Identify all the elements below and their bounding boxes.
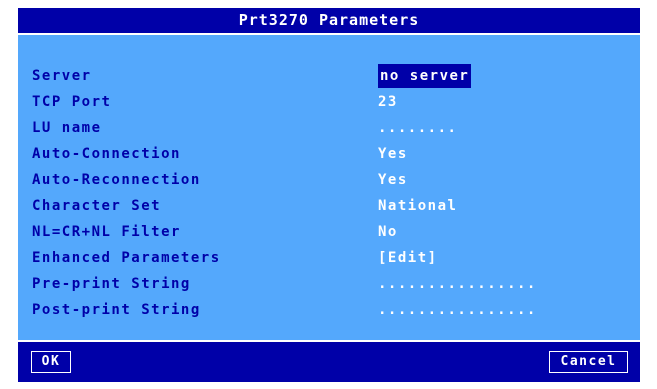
field-label-auto-connection: Auto-Connection [32,146,181,162]
field-label-lu-name: LU name [32,120,102,136]
cancel-button[interactable]: Cancel [549,351,628,373]
field-value-auto-reconnection[interactable]: Yes [378,168,408,192]
field-label-server: Server [32,68,92,84]
field-label-character-set: Character Set [32,198,162,214]
field-row-auto-reconnection[interactable]: Auto-Reconnection Yes [18,168,640,192]
field-row-post-print-string[interactable]: Post-print String ................ [18,298,640,322]
field-row-auto-connection[interactable]: Auto-Connection Yes [18,142,640,166]
field-label-tcp-port: TCP Port [32,94,112,110]
field-value-server[interactable]: no server [378,64,472,88]
field-row-character-set[interactable]: Character Set National [18,194,640,218]
edit-enhanced-parameters-button[interactable]: [Edit] [378,246,438,270]
dialog-panel: Prt3270 Parameters Server no server TCP … [18,8,640,382]
field-value-nl-filter[interactable]: No [378,220,398,244]
field-label-pre-print-string: Pre-print String [32,276,191,292]
field-label-auto-reconnection: Auto-Reconnection [32,172,201,188]
field-value-pre-print-string[interactable]: ................ [378,272,537,296]
field-label-nl-filter: NL=CR+NL Filter [32,224,181,240]
field-row-lu-name[interactable]: LU name ........ [18,116,640,140]
field-value-character-set[interactable]: National [378,194,457,218]
field-row-enhanced-parameters[interactable]: Enhanced Parameters [Edit] [18,246,640,270]
field-row-tcp-port[interactable]: TCP Port 23 [18,90,640,114]
field-row-nl-filter[interactable]: NL=CR+NL Filter No [18,220,640,244]
field-row-server[interactable]: Server no server [18,64,640,88]
ok-button[interactable]: OK [31,351,71,373]
prt3270-parameters-dialog: Prt3270 Parameters Server no server TCP … [0,0,657,389]
dialog-title: Prt3270 Parameters [18,8,640,35]
field-label-post-print-string: Post-print String [32,302,201,318]
field-value-lu-name[interactable]: ........ [378,116,457,140]
field-value-tcp-port[interactable]: 23 [378,90,398,114]
button-bar: OK Cancel [18,340,640,382]
field-value-auto-connection[interactable]: Yes [378,142,408,166]
field-row-pre-print-string[interactable]: Pre-print String ................ [18,272,640,296]
field-value-post-print-string[interactable]: ................ [378,298,537,322]
field-label-enhanced-parameters: Enhanced Parameters [32,250,221,266]
